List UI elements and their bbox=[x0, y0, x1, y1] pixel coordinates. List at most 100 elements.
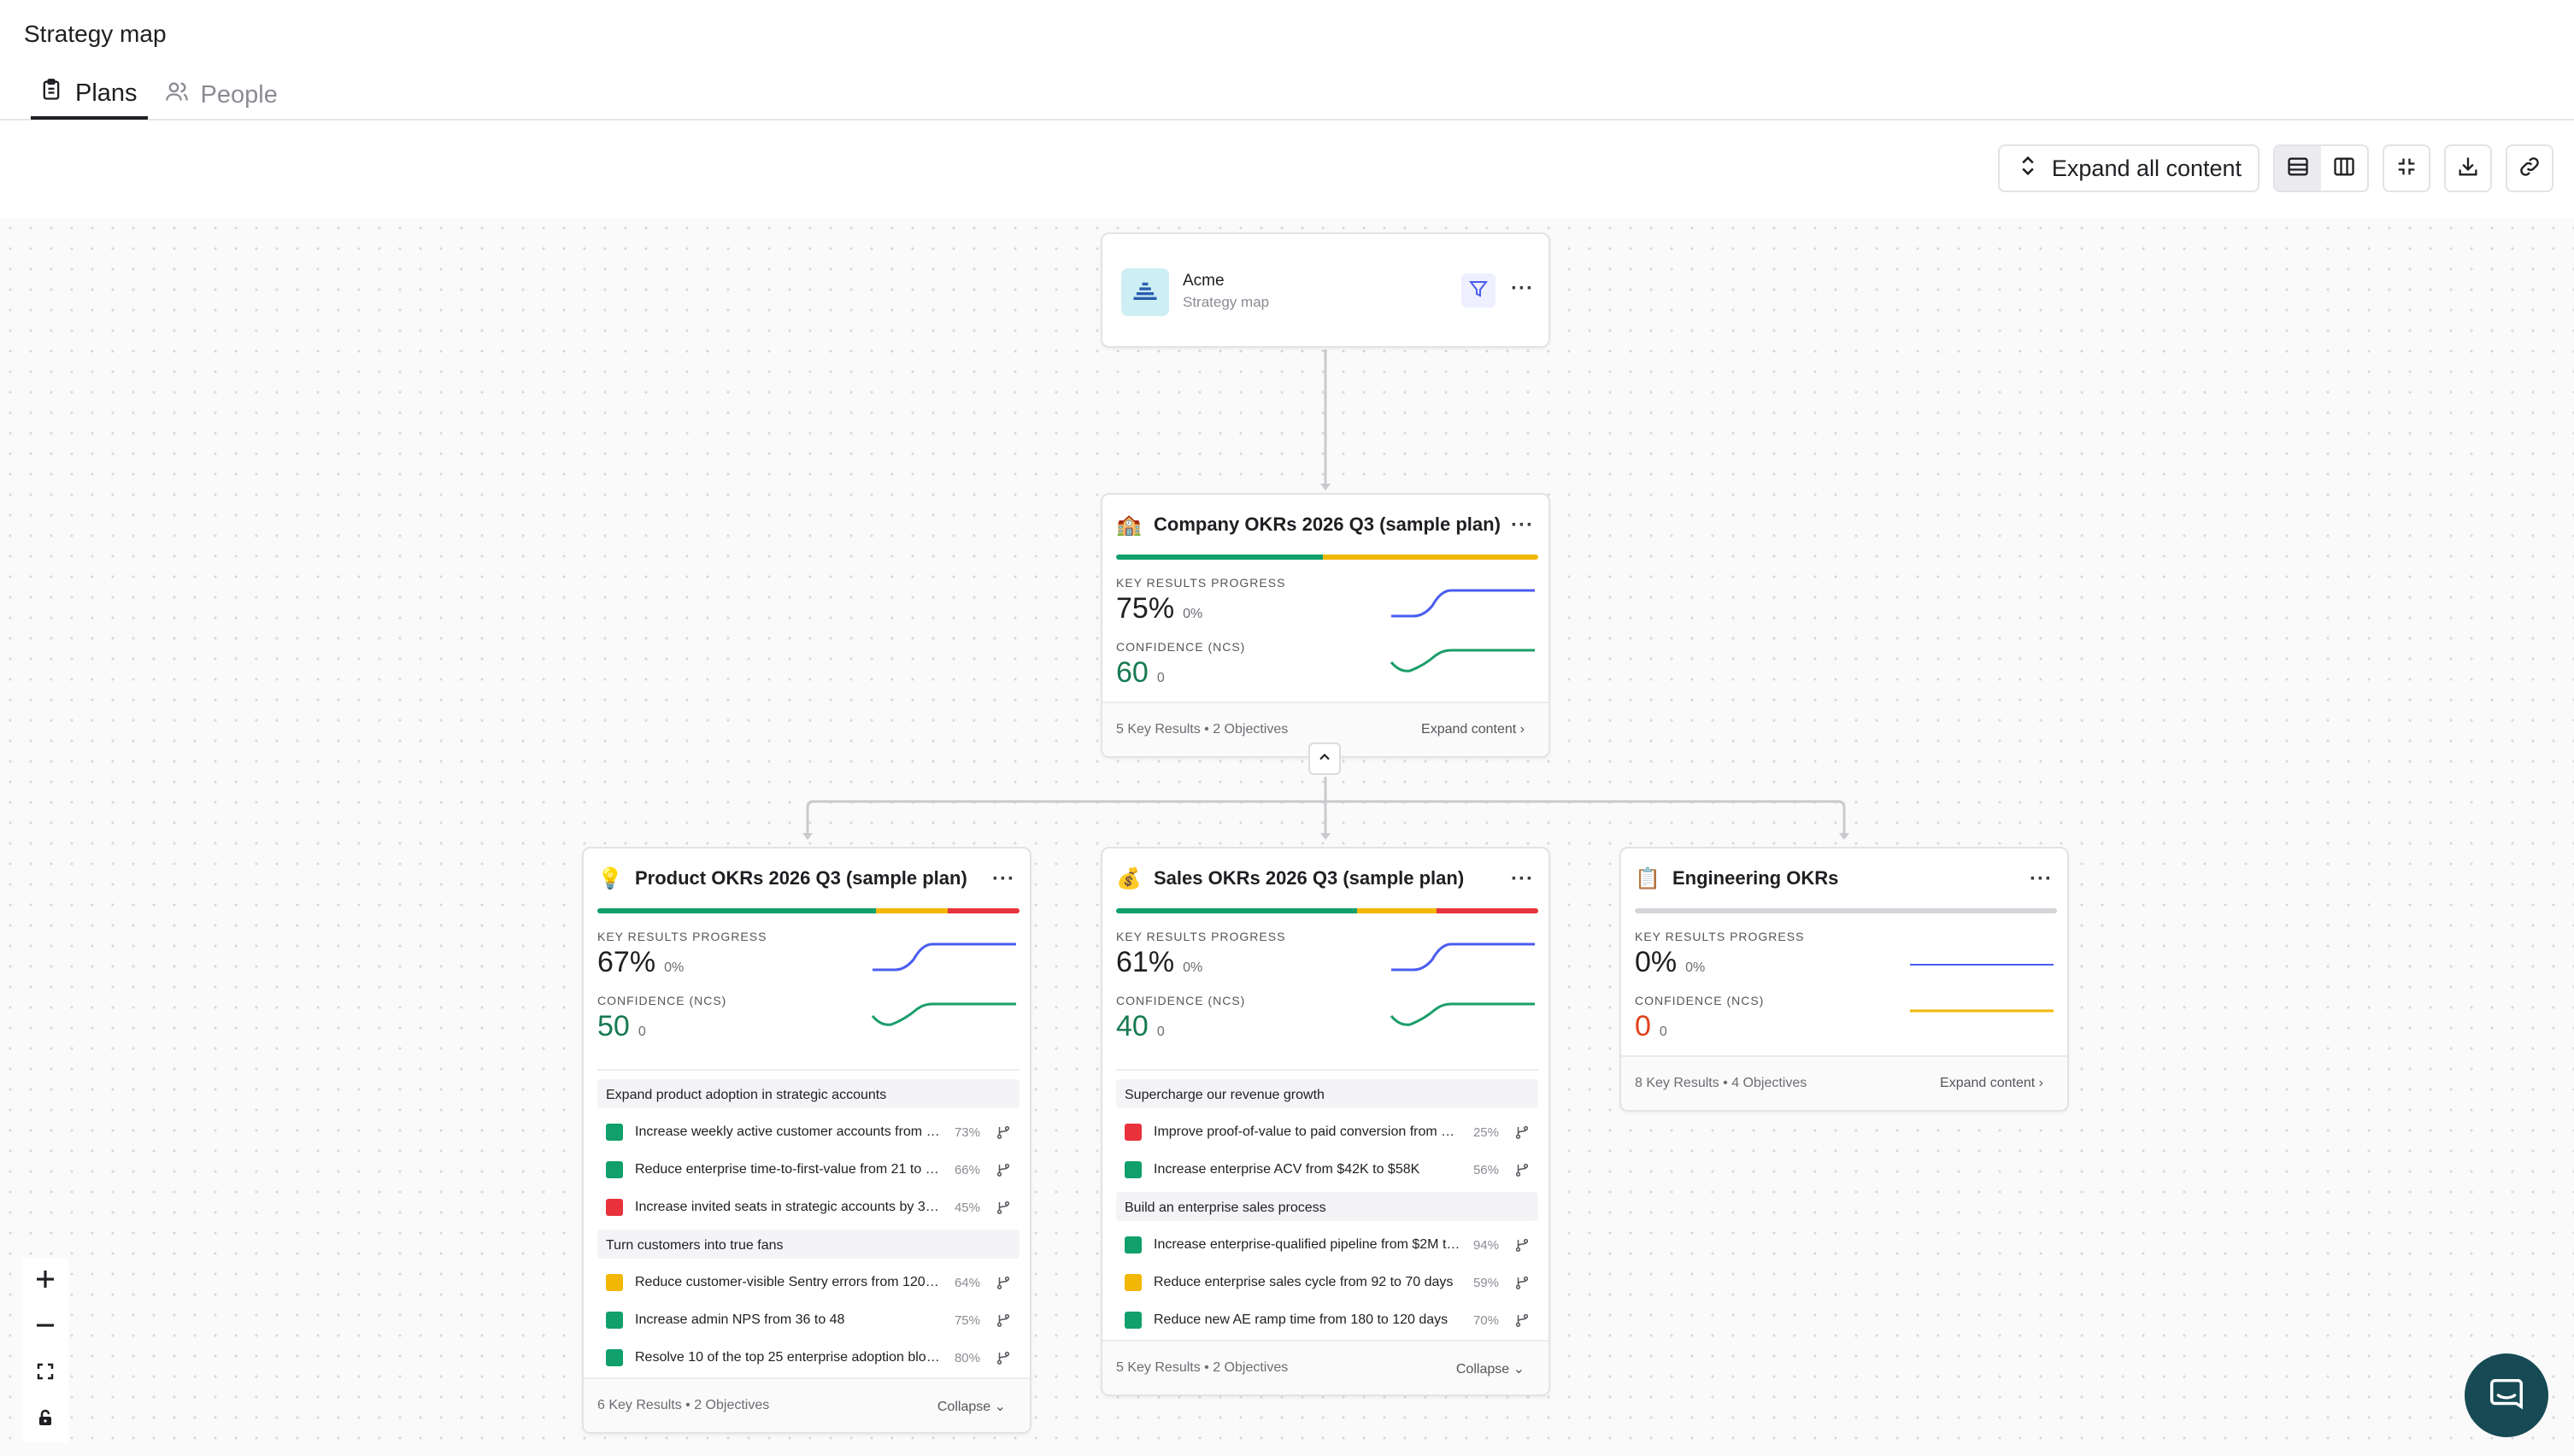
minimize-icon bbox=[2395, 155, 2418, 183]
branch-icon[interactable] bbox=[996, 1275, 1011, 1290]
status-indicator bbox=[606, 1274, 623, 1291]
progress-segment bbox=[1437, 908, 1538, 913]
card-summary: 6 Key Results • 2 Objectives bbox=[597, 1398, 770, 1412]
key-result-row[interactable]: Increase enterprise ACV from $42K to $58… bbox=[1116, 1151, 1538, 1189]
download-button[interactable] bbox=[2444, 144, 2492, 192]
progress-sparkline bbox=[873, 942, 1016, 972]
key-result-row[interactable]: Reduce enterprise sales cycle from 92 to… bbox=[1116, 1264, 1538, 1301]
branch-icon[interactable] bbox=[1514, 1237, 1530, 1253]
plan-title: Product OKRs 2026 Q3 (sample plan) bbox=[635, 867, 967, 889]
more-options-icon[interactable]: ··· bbox=[1511, 869, 1534, 889]
fit-view-button[interactable] bbox=[22, 1350, 68, 1396]
status-indicator bbox=[1125, 1161, 1142, 1178]
progress-sparkline bbox=[1391, 589, 1535, 618]
status-progress-bar bbox=[1116, 908, 1538, 913]
branch-icon[interactable] bbox=[1514, 1124, 1530, 1140]
key-result-percent: 75% bbox=[954, 1312, 980, 1328]
tab-plans[interactable]: Plans bbox=[31, 70, 148, 120]
expand-content-button[interactable]: Expand content › bbox=[1940, 1076, 2043, 1091]
branch-icon[interactable] bbox=[996, 1200, 1011, 1215]
branch-icon[interactable] bbox=[996, 1350, 1011, 1365]
chat-launcher-button[interactable] bbox=[2465, 1353, 2548, 1437]
status-indicator bbox=[1125, 1124, 1142, 1141]
objective-header[interactable]: Supercharge our revenue growth bbox=[1116, 1079, 1538, 1108]
status-progress-bar bbox=[1635, 908, 2057, 913]
filter-button[interactable] bbox=[1461, 273, 1496, 308]
more-options-icon[interactable]: ··· bbox=[992, 869, 1015, 889]
branch-icon[interactable] bbox=[1514, 1312, 1530, 1328]
lock-button[interactable] bbox=[22, 1396, 68, 1442]
sales-plan-card[interactable]: 💰 Sales OKRs 2026 Q3 (sample plan) ··· K… bbox=[1101, 847, 1550, 1396]
progress-segment bbox=[1356, 908, 1437, 913]
confidence-value: 00 bbox=[1635, 1010, 1667, 1042]
confidence-sparkline bbox=[1390, 649, 1535, 672]
objective-header[interactable]: Expand product adoption in strategic acc… bbox=[597, 1079, 1020, 1108]
product-plan-card[interactable]: 💡 Product OKRs 2026 Q3 (sample plan) ···… bbox=[582, 847, 1031, 1434]
key-result-row[interactable]: Increase admin NPS from 36 to 48 75% bbox=[597, 1301, 1020, 1339]
confidence-value: 40 0 bbox=[1116, 1010, 1165, 1042]
confidence-value: 60 0 bbox=[1116, 656, 1165, 689]
plan-title: Company OKRs 2026 Q3 (sample plan) bbox=[1154, 514, 1501, 535]
key-result-title: Increase admin NPS from 36 to 48 bbox=[635, 1312, 845, 1327]
confidence-sparkline bbox=[871, 1002, 1016, 1026]
key-result-title: Resolve 10 of the top 25 enterprise adop… bbox=[635, 1350, 943, 1365]
branch-icon[interactable] bbox=[1514, 1275, 1530, 1290]
key-result-row[interactable]: Improve proof-of-value to paid conversio… bbox=[1116, 1113, 1538, 1151]
progress-segment bbox=[948, 908, 1020, 913]
key-result-row[interactable]: Increase enterprise-qualified pipeline f… bbox=[1116, 1226, 1538, 1264]
more-options-icon[interactable]: ··· bbox=[1511, 279, 1534, 299]
plus-icon bbox=[32, 1266, 58, 1296]
branch-icon[interactable] bbox=[996, 1162, 1011, 1177]
more-options-icon[interactable]: ··· bbox=[2030, 869, 2053, 889]
key-result-row[interactable]: Increase invited seats in strategic acco… bbox=[597, 1189, 1020, 1226]
key-result-row[interactable]: Reduce new AE ramp time from 180 to 120 … bbox=[1116, 1301, 1538, 1339]
collapse-button[interactable]: Collapse ⌄ bbox=[1456, 1360, 1525, 1377]
confidence-label: CONFIDENCE (NCS) bbox=[1635, 994, 1765, 1007]
copy-link-button[interactable] bbox=[2506, 144, 2553, 192]
pyramid-logo-icon bbox=[1133, 282, 1157, 300]
card-summary: 8 Key Results • 4 Objectives bbox=[1635, 1076, 1807, 1090]
branch-icon[interactable] bbox=[996, 1124, 1011, 1140]
objective-header[interactable]: Build an enterprise sales process bbox=[1116, 1192, 1538, 1221]
kr-progress-label: KEY RESULTS PROGRESS bbox=[1116, 576, 1286, 590]
collapse-button[interactable]: Collapse ⌄ bbox=[937, 1398, 1006, 1415]
confidence-label: CONFIDENCE (NCS) bbox=[1116, 640, 1246, 654]
collapse-children-button[interactable] bbox=[1308, 743, 1341, 775]
key-result-percent: 80% bbox=[954, 1350, 980, 1365]
expand-all-content-label: Expand all content bbox=[2051, 155, 2242, 181]
zoom-out-button[interactable] bbox=[22, 1304, 68, 1350]
company-plan-card[interactable]: 🏫 Company OKRs 2026 Q3 (sample plan) ···… bbox=[1101, 493, 1550, 758]
status-indicator bbox=[606, 1199, 623, 1216]
key-result-percent: 25% bbox=[1472, 1124, 1499, 1140]
root-organization-card[interactable]: Acme Strategy map ··· bbox=[1101, 232, 1550, 348]
fit-view-icon bbox=[35, 1361, 56, 1386]
kr-progress-value: 67% 0% bbox=[597, 946, 685, 978]
top-bar: Strategy map Plans People bbox=[0, 0, 2574, 120]
expand-all-content-button[interactable]: Expand all content bbox=[1998, 144, 2260, 192]
columns-layout-button[interactable] bbox=[2321, 146, 2367, 191]
engineering-plan-card[interactable]: 📋 Engineering OKRs ··· KEY RESULTS PROGR… bbox=[1619, 847, 2069, 1112]
more-options-icon[interactable]: ··· bbox=[1511, 515, 1534, 536]
key-result-row[interactable]: Resolve 10 of the top 25 enterprise adop… bbox=[597, 1339, 1020, 1377]
rows-layout-button[interactable] bbox=[2275, 146, 2321, 191]
key-result-row[interactable]: Reduce customer-visible Sentry errors fr… bbox=[597, 1264, 1020, 1301]
confidence-sparkline bbox=[1910, 1009, 2054, 1013]
expand-content-button[interactable]: Expand content › bbox=[1421, 722, 1525, 737]
objective-header[interactable]: Turn customers into true fans bbox=[597, 1230, 1020, 1259]
card-footer: 5 Key Results • 2 Objectives Collapse ⌄ bbox=[1102, 1340, 1549, 1394]
tab-people[interactable]: People bbox=[156, 70, 288, 120]
plan-title: Engineering OKRs bbox=[1672, 867, 1839, 889]
filter-icon bbox=[1468, 279, 1489, 303]
zoom-in-button[interactable] bbox=[22, 1258, 68, 1304]
confidence-sparkline bbox=[1390, 1002, 1535, 1026]
branch-icon[interactable] bbox=[1514, 1162, 1530, 1177]
branch-icon[interactable] bbox=[996, 1312, 1011, 1328]
collapse-view-button[interactable] bbox=[2383, 144, 2430, 192]
key-result-row[interactable]: Reduce enterprise time-to-first-value fr… bbox=[597, 1151, 1020, 1189]
key-result-row[interactable]: Increase weekly active customer accounts… bbox=[597, 1113, 1020, 1151]
status-indicator bbox=[606, 1124, 623, 1141]
progress-segment bbox=[1116, 555, 1324, 560]
clipboard-emoji-icon: 📋 bbox=[1635, 866, 1660, 890]
status-indicator bbox=[1125, 1236, 1142, 1253]
kr-progress-value: 0% 0% bbox=[1635, 946, 1706, 978]
